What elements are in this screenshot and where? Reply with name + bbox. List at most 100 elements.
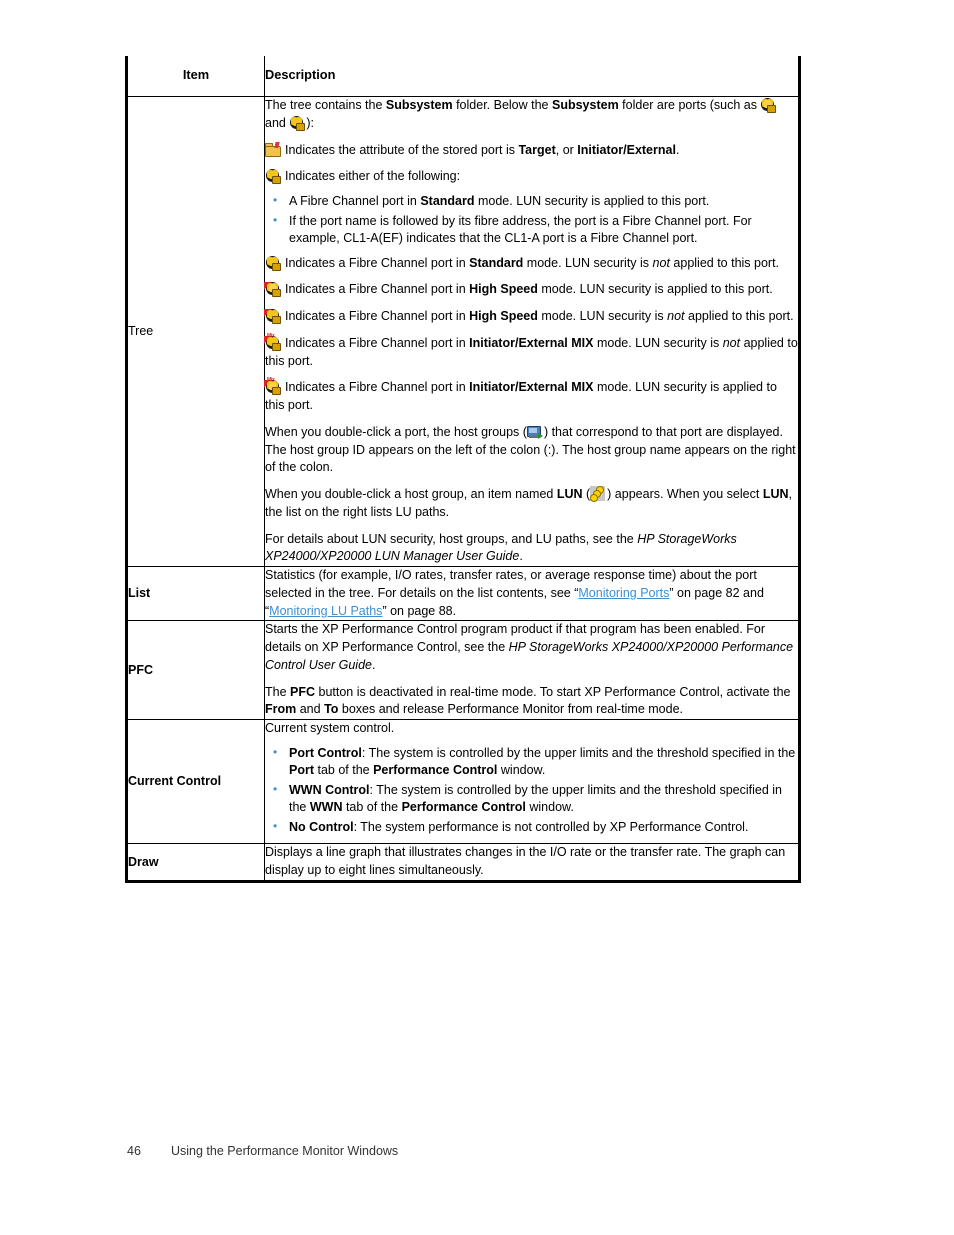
row-description-cell-list: Statistics (for example, I/O rates, tran…: [264, 566, 801, 621]
item-label-tree: Tree: [128, 324, 154, 339]
tree-mix-unsecured-paragraph: Mix Indicates a Fibre Channel port in Ini…: [264, 333, 798, 371]
tree-hostgroup-paragraph: When you double-click a port, the host g…: [265, 424, 798, 477]
text-fragment: boxes and release Performance Monitor fr…: [338, 702, 683, 717]
text-fragment: applied to this port.: [669, 255, 780, 270]
text-fragment: (: [582, 487, 591, 502]
text-fragment: and: [265, 115, 290, 130]
row-label-cell-tree: Tree: [125, 96, 265, 567]
tree-folder-paragraph: Indicates the attribute of the stored po…: [265, 141, 798, 160]
text-fragment: Indicates a Fibre Channel port in: [285, 380, 470, 395]
table-row-pfc: PFC Starts the XP Performance Control pr…: [125, 620, 801, 720]
row-description-cell-draw: Displays a line graph that illustrates c…: [264, 843, 801, 883]
bold-wwn-tab: WWN: [309, 800, 343, 815]
text-fragment: folder are ports (such as: [618, 98, 761, 113]
port-standard-icon: [265, 168, 281, 185]
italic-not: not: [652, 255, 670, 270]
text-fragment: tab of the: [314, 763, 374, 778]
folder-stored-port-icon: [265, 141, 281, 157]
table-row-current-control: Current Control Current system control. …: [125, 719, 801, 844]
bold-subsystem-2: Subsystem: [551, 98, 619, 113]
text-fragment: A Fibre Channel port in: [289, 194, 421, 209]
italic-not: not: [722, 335, 741, 350]
tree-highspeed-unsecured-paragraph: Indicates a Fibre Channel port in High S…: [264, 308, 798, 326]
list-description-paragraph: Statistics (for example, I/O rates, tran…: [265, 567, 798, 620]
table-row-list: List Statistics (for example, I/O rates,…: [125, 566, 801, 621]
italic-not: not: [667, 309, 685, 324]
row-label-cell-current-control: Current Control: [125, 719, 265, 844]
bold-wwn-control: WWN Control: [289, 782, 370, 797]
text-fragment: When you double-click a port, the host g…: [265, 424, 527, 439]
bold-initiator-external-mix: Initiator/External MIX: [469, 380, 594, 395]
table-row-tree: Tree The tree contains the Subsystem fol…: [125, 96, 801, 567]
text-fragment: and: [296, 702, 325, 717]
text-fragment: applied to this port.: [684, 309, 794, 324]
bold-from: From: [265, 702, 297, 717]
table-row-draw: Draw Displays a line graph that illustra…: [125, 843, 801, 883]
item-label-current-control: Current Control: [128, 774, 222, 789]
text-fragment: button is deactivated in real-time mode.…: [315, 684, 791, 699]
text-fragment: : The system is controlled by the upper …: [361, 745, 796, 760]
tree-reference-paragraph: For details about LUN security, host gro…: [265, 531, 798, 567]
item-label-draw: Draw: [128, 854, 159, 869]
bold-initiator-external: Initiator/External: [577, 142, 676, 157]
text-fragment: mode. LUN security is: [593, 335, 723, 350]
host-group-icon: [526, 424, 543, 439]
text-fragment: tab of the: [342, 800, 402, 815]
text-fragment: Displays a line graph that illustrates c…: [265, 845, 786, 878]
text-fragment: Indicates either of the following:: [285, 169, 461, 184]
text-fragment: .: [372, 657, 376, 672]
text-fragment: , or: [555, 142, 578, 157]
bold-port-control: Port Control: [289, 745, 362, 760]
tree-highspeed-secured-paragraph: Indicates a Fibre Channel port in High S…: [264, 281, 798, 299]
bold-lun: LUN: [556, 487, 583, 502]
table-header-row: Item Description: [125, 56, 801, 98]
item-label-list: List: [128, 586, 151, 601]
bold-high-speed: High Speed: [469, 282, 538, 297]
port-highspeed-unsecured-icon: [264, 308, 281, 325]
link-monitoring-ports[interactable]: Monitoring Ports: [578, 586, 669, 600]
link-monitoring-lu-paths[interactable]: Monitoring LU Paths: [269, 604, 382, 618]
text-fragment: Indicates a Fibre Channel port in: [285, 335, 470, 350]
current-control-bullet-list: Port Control: The system is controlled b…: [265, 744, 798, 837]
item-label-pfc: PFC: [128, 662, 153, 677]
tree-either-bullet-list: A Fibre Channel port in Standard mode. L…: [265, 192, 798, 248]
text-fragment: Indicates the attribute of the stored po…: [285, 142, 519, 157]
text-fragment: Indicates a Fibre Channel port in: [285, 255, 470, 270]
text-fragment: When you double-click a host group, an i…: [265, 487, 557, 502]
bold-initiator-external-mix: Initiator/External MIX: [469, 335, 594, 350]
document-page: Item Description Tree The tree contains …: [0, 0, 954, 1235]
port-standard-unsecured-icon: [265, 255, 281, 271]
row-description-cell-pfc: Starts the XP Performance Control progra…: [264, 620, 801, 720]
footer-page-number: 46: [127, 1144, 141, 1158]
lun-icon: [590, 486, 606, 503]
port-standard-icon: [289, 115, 306, 131]
text-fragment: Indicates a Fibre Channel port in: [285, 309, 470, 324]
footer-chapter-title: Using the Performance Monitor Windows: [171, 1144, 399, 1158]
current-control-intro-paragraph: Current system control.: [265, 720, 798, 738]
bold-to: To: [324, 702, 339, 717]
tree-either-paragraph: Indicates either of the following:: [265, 168, 798, 186]
tree-mix-secured-paragraph: Mix Indicates a Fibre Channel port in Ini…: [264, 378, 798, 415]
bold-standard: Standard: [469, 255, 524, 270]
tree-lun-paragraph: When you double-click a host group, an i…: [265, 486, 798, 522]
text-fragment: : The system performance is not controll…: [353, 819, 749, 834]
port-mix-unsecured-icon: Mix: [264, 333, 281, 351]
row-label-cell-draw: Draw: [125, 843, 265, 883]
row-description-cell-tree: The tree contains the Subsystem folder. …: [264, 96, 801, 567]
bold-target: Target: [518, 142, 556, 157]
text-fragment: mode. LUN security is: [523, 255, 653, 270]
bold-high-speed: High Speed: [469, 309, 538, 324]
list-item: WWN Control: The system is controlled by…: [265, 781, 798, 817]
port-standard-secured-icon: [760, 97, 777, 114]
bold-performance-control: Performance Control: [401, 800, 526, 815]
bold-subsystem: Subsystem: [385, 98, 453, 113]
pfc-realtime-paragraph: The PFC button is deactivated in real-ti…: [265, 684, 798, 720]
port-highspeed-secured-icon: [264, 281, 281, 298]
bold-performance-control: Performance Control: [373, 763, 498, 778]
draw-description-paragraph: Displays a line graph that illustrates c…: [265, 844, 798, 880]
bold-port-tab: Port: [289, 763, 314, 778]
row-label-cell-list: List: [125, 566, 265, 621]
text-fragment: ):: [306, 115, 314, 130]
column-header-description: Description: [264, 56, 801, 98]
list-item: If the port name is followed by its fibr…: [265, 212, 798, 248]
